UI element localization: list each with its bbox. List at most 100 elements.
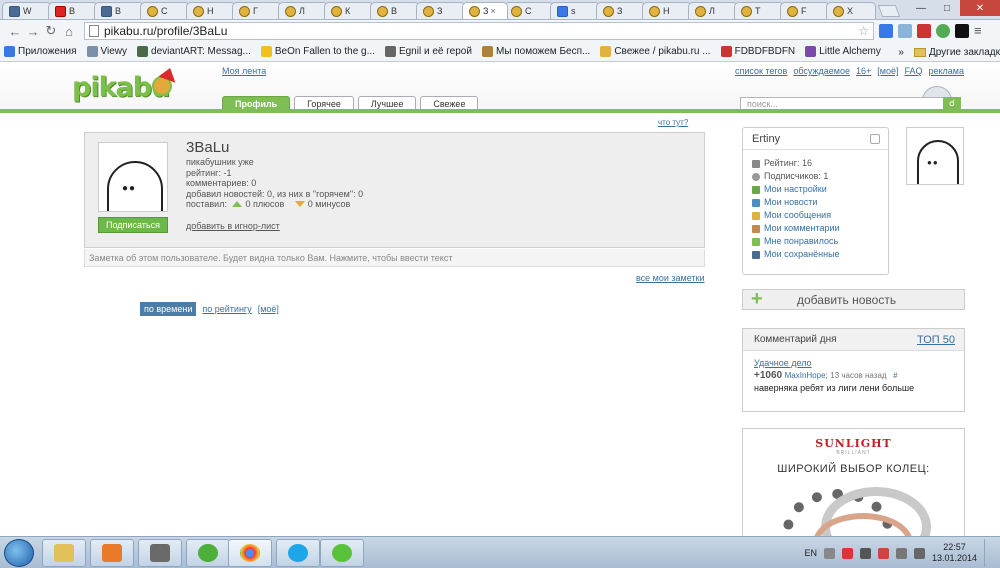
comment-post-link[interactable]: Удачное дело: [754, 358, 812, 368]
sort-by-rating[interactable]: по рейтингу: [202, 304, 251, 314]
whats-here-link[interactable]: что тут?: [658, 118, 688, 127]
browser-tab[interactable]: В: [94, 2, 144, 19]
user-menu-item[interactable]: Мои сохранённые: [752, 248, 888, 261]
user-menu-label[interactable]: Мои настройки: [764, 183, 827, 196]
user-thumbnail[interactable]: ●●: [906, 127, 964, 185]
user-menu-item[interactable]: Мои настройки: [752, 183, 888, 196]
tray-icon[interactable]: [895, 547, 907, 559]
browser-tab[interactable]: Т: [734, 2, 784, 19]
top50-link[interactable]: ТОП 50: [917, 334, 955, 346]
taskbar-utorrent[interactable]: [186, 539, 230, 567]
bookmarks-more-icon[interactable]: »: [898, 47, 904, 58]
bookmark-star-icon[interactable]: ☆: [858, 24, 869, 38]
user-menu-label[interactable]: Мои комментарии: [764, 222, 840, 235]
nav-tab[interactable]: Свежее: [420, 96, 479, 110]
comment-author[interactable]: MaxInHope;: [785, 371, 828, 380]
browser-tab[interactable]: З: [596, 2, 646, 19]
bookmark-item[interactable]: BeOn Fallen to the g...: [260, 46, 375, 57]
comment-permalink[interactable]: #: [893, 371, 897, 380]
tray-icon[interactable]: [841, 547, 853, 559]
top-link[interactable]: обсуждаемое: [793, 66, 850, 76]
taskbar-chrome[interactable]: [228, 539, 272, 567]
browser-tab[interactable]: В: [48, 2, 98, 19]
browser-tab[interactable]: Н: [186, 2, 236, 19]
forward-icon[interactable]: →: [24, 22, 42, 40]
taskbar-icq[interactable]: [320, 539, 364, 567]
volume-icon[interactable]: [913, 547, 925, 559]
ignore-list-link[interactable]: добавить в игнор-лист: [186, 221, 280, 231]
minimize-button[interactable]: —: [908, 0, 934, 16]
nav-tab[interactable]: Профиль: [222, 96, 291, 110]
taskbar-skype[interactable]: [276, 539, 320, 567]
home-icon[interactable]: ⌂: [60, 22, 78, 40]
menu-icon[interactable]: ≡: [974, 24, 988, 38]
user-menu-item[interactable]: Мне понравилось: [752, 235, 888, 248]
url-input[interactable]: pikabu.ru/profile/3BaLu ☆: [84, 22, 874, 40]
extension-icon[interactable]: [898, 24, 912, 38]
nav-tab[interactable]: Горячее: [294, 96, 354, 110]
extension-icon[interactable]: [936, 24, 950, 38]
browser-tab[interactable]: С: [140, 2, 190, 19]
my-feed-link[interactable]: Моя лента: [222, 66, 266, 76]
tray-icon[interactable]: [859, 547, 871, 559]
browser-tab[interactable]: W: [2, 2, 52, 19]
other-bookmarks[interactable]: » Другие закладк: [892, 42, 1000, 61]
browser-tab[interactable]: З: [416, 2, 466, 19]
user-menu-label[interactable]: Мои новости: [764, 196, 817, 209]
browser-tab[interactable]: С: [504, 2, 554, 19]
sort-mine[interactable]: [моё]: [258, 304, 279, 314]
bookmark-item[interactable]: Свежее / pikabu.ru ...: [600, 46, 711, 57]
taskbar-app[interactable]: [138, 539, 182, 567]
bookmark-item[interactable]: Приложения: [4, 46, 77, 57]
tray-icon[interactable]: [877, 547, 889, 559]
extension-icon[interactable]: [879, 24, 893, 38]
bookmark-item[interactable]: Little Alchemy: [805, 46, 881, 57]
nav-tab[interactable]: Лучшее: [357, 96, 417, 110]
browser-tab[interactable]: Н: [642, 2, 692, 19]
user-menu-label[interactable]: Мои сообщения: [764, 209, 831, 222]
user-name[interactable]: Ertiny: [752, 133, 780, 145]
user-menu-item[interactable]: Мои новости: [752, 196, 888, 209]
top-link[interactable]: реклама: [929, 66, 965, 76]
all-notes-link[interactable]: все мои заметки: [636, 273, 705, 283]
top-link[interactable]: FAQ: [904, 66, 922, 76]
new-tab-button[interactable]: [877, 5, 901, 17]
user-note-input[interactable]: Заметка об этом пользователе. Будет видн…: [84, 249, 705, 267]
bookmark-item[interactable]: FDBDFBDFN: [720, 46, 795, 57]
browser-tab[interactable]: В: [370, 2, 420, 19]
maximize-button[interactable]: □: [934, 0, 960, 16]
clock[interactable]: 22:57 13.01.2014: [932, 542, 977, 564]
show-desktop-button[interactable]: [984, 539, 994, 567]
taskbar-explorer[interactable]: [42, 539, 86, 567]
browser-tab[interactable]: Х: [826, 2, 876, 19]
close-window-button[interactable]: ✕: [960, 0, 1000, 16]
bookmark-item[interactable]: Viewy: [86, 46, 127, 57]
user-menu-label[interactable]: Мои сохранённые: [764, 248, 840, 261]
browser-tab[interactable]: Г: [232, 2, 282, 19]
browser-tab[interactable]: З ×: [462, 2, 508, 19]
user-menu-item[interactable]: Мои комментарии: [752, 222, 888, 235]
bookmark-item[interactable]: Мы поможем Бесп...: [481, 46, 590, 57]
extension-icon[interactable]: [917, 24, 931, 38]
bookmark-item[interactable]: deviantART: Messag...: [137, 46, 251, 57]
subscribe-button[interactable]: Подписаться: [98, 217, 168, 233]
top-link[interactable]: список тегов: [735, 66, 787, 76]
message-bubble-icon[interactable]: [870, 133, 880, 144]
tray-icon[interactable]: [823, 547, 835, 559]
bookmark-item[interactable]: Egnil и её герой: [384, 46, 472, 57]
add-news-button[interactable]: + добавить новость: [742, 289, 965, 310]
sort-by-time[interactable]: по времени: [140, 302, 197, 316]
language-indicator[interactable]: EN: [804, 548, 817, 558]
user-menu-item[interactable]: Мои сообщения: [752, 209, 888, 222]
browser-tab[interactable]: F: [780, 2, 830, 19]
browser-tab[interactable]: Л: [688, 2, 738, 19]
back-icon[interactable]: ←: [6, 22, 24, 40]
start-button[interactable]: [4, 539, 34, 567]
browser-tab[interactable]: s: [550, 2, 600, 19]
reload-icon[interactable]: ↻: [42, 22, 60, 40]
browser-tab[interactable]: К: [324, 2, 374, 19]
browser-tab[interactable]: Л: [278, 2, 328, 19]
close-tab-icon[interactable]: ×: [490, 6, 495, 16]
taskbar-media-player[interactable]: [90, 539, 134, 567]
user-menu-label[interactable]: Мне понравилось: [764, 235, 838, 248]
